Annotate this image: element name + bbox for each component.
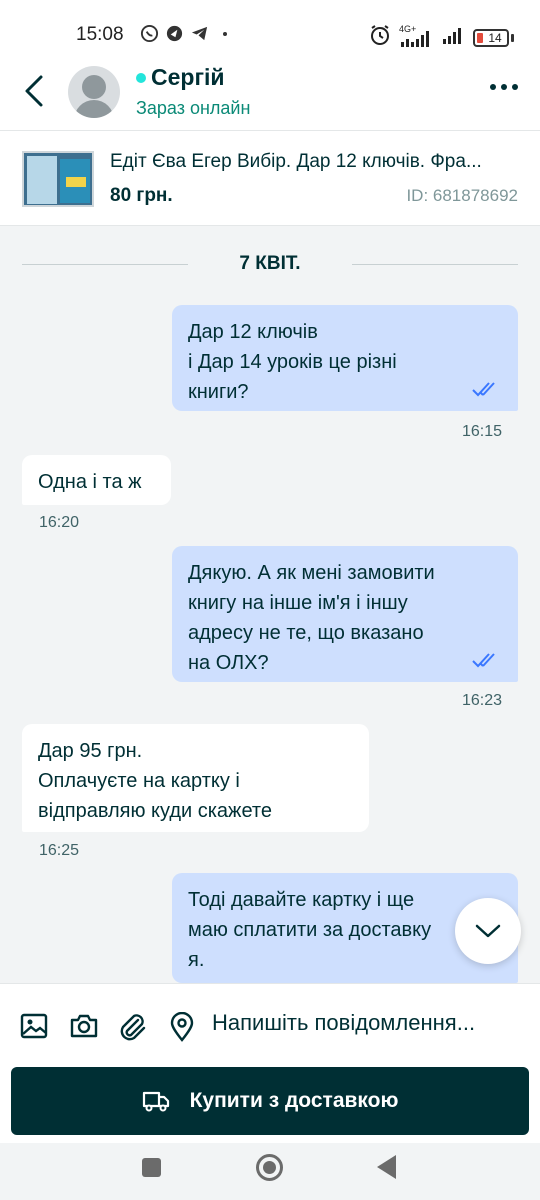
status-bar: 15:08 4G+ 14 <box>0 0 540 62</box>
system-back-button[interactable] <box>377 1155 396 1179</box>
telegram-icon <box>190 24 209 43</box>
more-notifications-icon <box>223 31 227 36</box>
buy-with-delivery-button[interactable]: Купити з доставкою <box>11 1067 529 1135</box>
message-bubble-outgoing[interactable]: Дякую. А як мені замовити книгу на інше … <box>172 546 518 682</box>
battery-indicator: 14 <box>473 28 509 47</box>
avatar-body <box>74 100 114 118</box>
navigation-icon <box>165 24 184 43</box>
message-text: відправляю куди скажете <box>38 800 272 822</box>
recent-apps-button[interactable] <box>142 1158 161 1177</box>
system-icons: 4G+ 14 <box>369 24 514 51</box>
message-text: книгу на інше ім'я і іншу <box>188 592 408 614</box>
message-list[interactable]: 7 КВІТ. Дар 12 ключів і Дар 14 уроків це… <box>0 227 540 983</box>
viber-icon <box>140 24 159 43</box>
home-button[interactable] <box>256 1154 283 1181</box>
message-text: і Дар 14 уроків це різні <box>188 351 397 373</box>
message-input[interactable] <box>212 1010 522 1036</box>
scroll-to-bottom-button[interactable] <box>455 898 521 964</box>
more-horizontal-icon <box>501 84 507 90</box>
network-type-label: 4G+ <box>399 23 417 34</box>
avatar[interactable] <box>68 66 120 118</box>
listing-title[interactable]: Едіт Єва Егер Вибір. Дар 12 ключів. Фра.… <box>110 151 520 173</box>
listing-thumbnail <box>22 151 94 207</box>
message-composer <box>0 983 540 1067</box>
signal-icon <box>441 25 465 50</box>
date-separator: 7 КВІТ. <box>22 251 518 279</box>
divider <box>352 264 518 265</box>
image-icon[interactable] <box>20 1012 48 1040</box>
message-bubble-incoming[interactable]: Одна і та ж <box>22 455 171 505</box>
book-cover-1 <box>27 156 57 204</box>
book-cover-3 <box>66 177 86 187</box>
message-time: 16:23 <box>461 692 502 709</box>
read-check-icon <box>472 653 495 668</box>
paperclip-icon[interactable] <box>118 1012 146 1041</box>
system-navigation-bar <box>0 1143 540 1200</box>
location-pin-icon[interactable] <box>168 1011 196 1042</box>
message-text: я. <box>188 949 205 971</box>
listing-price: 80 грн. <box>110 185 173 206</box>
buy-button-label: Купити з доставкою <box>189 1089 399 1112</box>
battery-tip <box>511 33 514 42</box>
listing-card[interactable]: Едіт Єва Егер Вибір. Дар 12 ключів. Фра.… <box>0 130 540 226</box>
more-horizontal-icon <box>490 84 496 90</box>
message-text: книги? <box>188 381 249 403</box>
chevron-left-icon <box>25 75 43 107</box>
message-time: 16:20 <box>39 514 80 531</box>
message-text: Дар 12 ключів <box>188 321 318 343</box>
chat-header: Сергій Зараз онлайн <box>0 56 540 130</box>
signal-4g-icon: 4G+ <box>399 24 433 48</box>
online-indicator <box>136 73 146 83</box>
chevron-down-icon <box>475 924 501 938</box>
message-bubble-outgoing[interactable]: Дар 12 ключів і Дар 14 уроків це різні к… <box>172 305 518 411</box>
message-text: Одна і та ж <box>38 471 142 493</box>
read-check-icon <box>472 382 495 397</box>
camera-icon[interactable] <box>69 1012 98 1040</box>
message-text: адресу не те, що вказано <box>188 622 424 644</box>
contact-name[interactable]: Сергій <box>151 64 225 91</box>
buy-area: Купити з доставкою <box>0 1067 540 1143</box>
back-button[interactable] <box>18 66 50 116</box>
message-text: Тоді давайте картку і ще <box>188 889 415 911</box>
contact-status: Зараз онлайн <box>136 98 251 118</box>
battery-level: 14 <box>488 30 502 45</box>
message-text: на ОЛХ? <box>188 652 269 674</box>
viber-icon <box>126 24 134 43</box>
delivery-truck-icon <box>142 1091 169 1112</box>
message-time: 16:15 <box>461 423 502 440</box>
alarm-icon <box>369 24 391 51</box>
message-text: Дар 95 грн. <box>38 740 143 762</box>
avatar-head <box>82 75 106 99</box>
status-time: 15:08 <box>76 24 124 45</box>
more-options-button[interactable] <box>490 84 518 90</box>
listing-id: ID: 681878692 <box>406 186 518 205</box>
notification-icons <box>126 24 227 43</box>
more-horizontal-icon <box>512 84 518 90</box>
message-text: Оплачуєте на картку і <box>38 770 240 792</box>
message-bubble-incoming[interactable]: Дар 95 грн. Оплачуєте на картку і відпра… <box>22 724 369 832</box>
message-time: 16:25 <box>39 842 80 859</box>
message-text: Дякую. А як мені замовити <box>188 562 435 584</box>
